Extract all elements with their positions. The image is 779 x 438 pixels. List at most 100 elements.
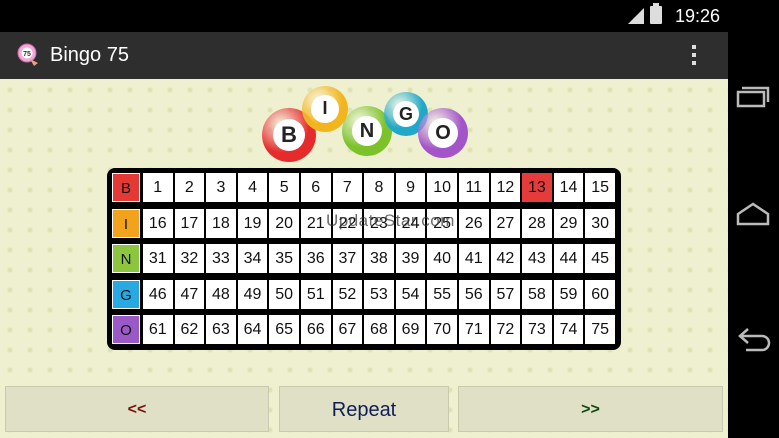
bingo-ball-app-icon[interactable]: 75: [16, 42, 42, 68]
number-cell: 19: [237, 208, 268, 238]
number-cell: 30: [585, 208, 615, 238]
number-cell: 57: [490, 279, 521, 309]
number-cell: 63: [206, 315, 236, 344]
number-cell: 6: [301, 173, 331, 202]
row-letter: B: [112, 173, 140, 202]
number-cell: 66: [301, 315, 331, 344]
logo-letter: G: [392, 100, 420, 128]
number-cell: 52: [332, 279, 363, 309]
number-cell: 60: [585, 279, 615, 309]
number-cell: 45: [585, 244, 615, 273]
number-cell: 20: [269, 208, 299, 238]
number-cell: 55: [427, 279, 457, 309]
board-row-b: B 1 2 3 4 5 6 7 8 9 10 11 12 13 14 15: [107, 170, 621, 205]
logo-letter: N: [352, 116, 382, 146]
number-cell: 15: [585, 173, 615, 202]
number-cell: 68: [364, 315, 394, 344]
number-cell: 53: [364, 279, 394, 309]
logo-letter: O: [428, 118, 458, 148]
number-cell: 54: [395, 279, 426, 309]
number-cell: 16: [143, 208, 173, 238]
number-cell: 62: [174, 315, 205, 344]
number-cell: 36: [301, 244, 331, 273]
row-letter: N: [112, 244, 140, 273]
signal-icon: [628, 8, 644, 24]
battery-icon: [650, 3, 662, 24]
number-cell: 47: [174, 279, 205, 309]
number-cell: 12: [490, 173, 521, 202]
status-time: 19:26: [674, 6, 720, 26]
called-number-cell: 13: [522, 173, 552, 202]
board-row-n: N 31 32 33 34 35 36 37 38 39 40 41 42 43 44 45: [107, 241, 621, 276]
number-cell: 74: [553, 315, 584, 344]
next-button[interactable]: >>: [458, 386, 723, 432]
number-cell: 44: [553, 244, 584, 273]
number-cell: 9: [395, 173, 426, 202]
number-cell: 50: [269, 279, 299, 309]
logo-ball-o: O: [418, 108, 468, 158]
board-row-g: G 46 47 48 49 50 51 52 53 54 55 56 57 58 59 60: [107, 277, 621, 312]
number-cell: 18: [206, 208, 236, 238]
number-cell: 46: [143, 279, 173, 309]
number-cell: 35: [269, 244, 299, 273]
number-cell: 31: [143, 244, 173, 273]
number-cell: 42: [490, 244, 521, 273]
home-icon[interactable]: [728, 192, 779, 242]
row-letter: G: [112, 279, 140, 309]
number-cell: 3: [206, 173, 236, 202]
number-cell: 14: [553, 173, 584, 202]
number-cell: 43: [522, 244, 552, 273]
recents-icon[interactable]: [728, 72, 779, 122]
number-cell: 29: [553, 208, 584, 238]
row-letter: I: [112, 208, 140, 238]
number-cell: 40: [427, 244, 457, 273]
number-cell: 71: [459, 315, 489, 344]
number-cell: 49: [237, 279, 268, 309]
number-cell: 69: [395, 315, 426, 344]
number-cell: 26: [459, 208, 489, 238]
number-cell: 70: [427, 315, 457, 344]
previous-button[interactable]: <<: [5, 386, 269, 432]
number-cell: 5: [269, 173, 299, 202]
number-cell: 28: [522, 208, 552, 238]
number-cell: 10: [427, 173, 457, 202]
number-cell: 65: [269, 315, 299, 344]
number-cell: 38: [364, 244, 394, 273]
number-cell: 4: [237, 173, 268, 202]
number-cell: 59: [553, 279, 584, 309]
app-screen: 19:26 75 Bingo 75 BINGO B 1 2 3 4 5 6 7 8 9 10 11 12…: [0, 0, 728, 438]
logo-letter: I: [311, 95, 339, 123]
status-bar: 19:26: [0, 0, 728, 32]
number-cell: 37: [332, 244, 363, 273]
number-cell: 67: [332, 315, 363, 344]
number-cell: 39: [395, 244, 426, 273]
app-title: Bingo 75: [50, 44, 129, 66]
watermark: UpdateStar.com: [326, 211, 455, 230]
number-cell: 58: [522, 279, 552, 309]
logo-ball-i: I: [302, 86, 348, 132]
action-bar: 75 Bingo 75: [0, 32, 728, 79]
back-icon[interactable]: [728, 314, 779, 364]
number-cell: 17: [174, 208, 205, 238]
number-cell: 61: [143, 315, 173, 344]
number-cell: 72: [490, 315, 521, 344]
navigation-bar: [728, 0, 779, 438]
number-cell: 27: [490, 208, 521, 238]
number-cell: 2: [174, 173, 205, 202]
repeat-button[interactable]: Repeat: [279, 386, 449, 432]
number-cell: 1: [143, 173, 173, 202]
number-cell: 32: [174, 244, 205, 273]
number-cell: 33: [206, 244, 236, 273]
row-letter: O: [112, 315, 140, 344]
number-cell: 34: [237, 244, 268, 273]
number-cell: 7: [332, 173, 363, 202]
number-cell: 11: [459, 173, 489, 202]
board-row-o: O 61 62 63 64 65 66 67 68 69 70 71 72 73 74 75: [107, 312, 621, 347]
bingo-board: B 1 2 3 4 5 6 7 8 9 10 11 12 13 14 15 I 16 17 18 19 20 21 22 23 2…: [107, 168, 621, 350]
number-cell: 73: [522, 315, 552, 344]
number-cell: 51: [301, 279, 331, 309]
overflow-menu-icon[interactable]: [686, 42, 702, 70]
logo-letter: B: [272, 118, 306, 152]
number-cell: 64: [237, 315, 268, 344]
number-cell: 48: [206, 279, 236, 309]
